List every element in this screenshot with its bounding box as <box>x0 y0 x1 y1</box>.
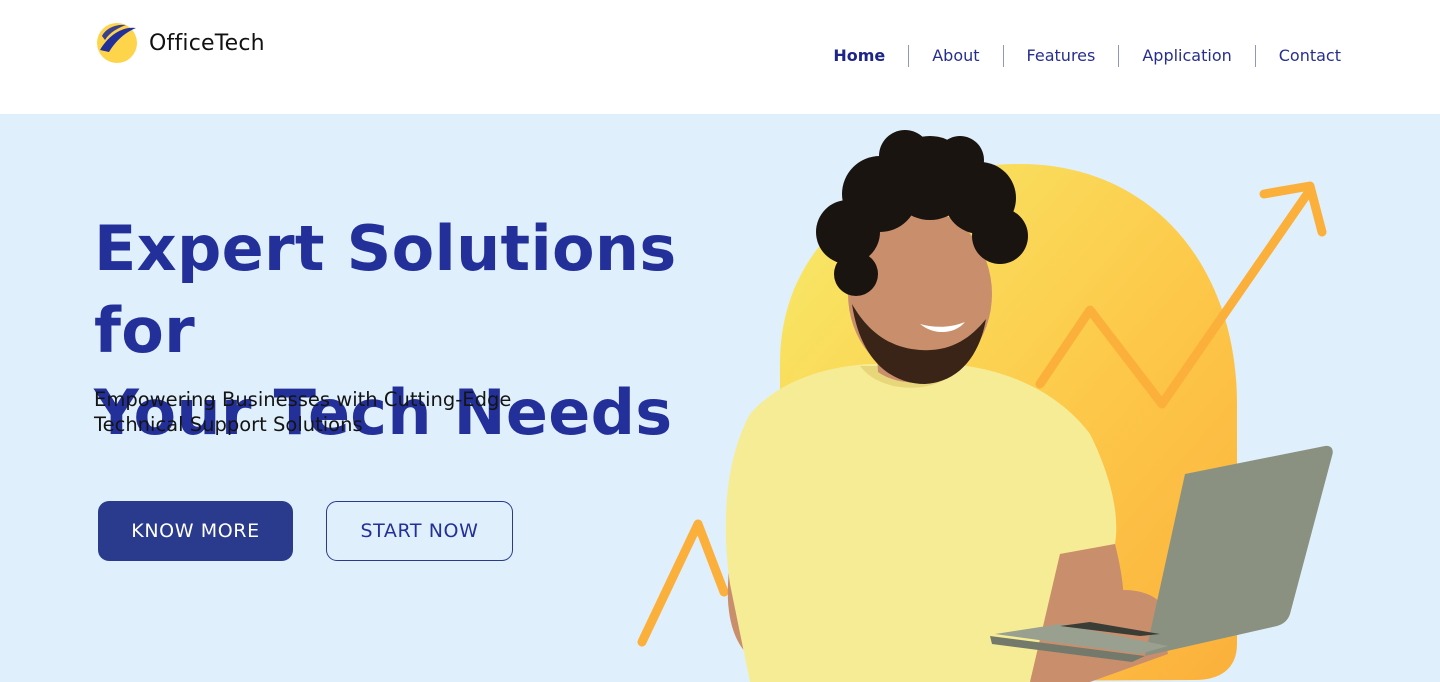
hero-illustration <box>637 130 1333 682</box>
nav-item-home[interactable]: Home <box>810 44 908 68</box>
hero-subheading-line1: Empowering Businesses with Cutting-Edge <box>94 388 512 411</box>
swoosh-circle-icon <box>97 23 137 63</box>
main-nav: Home About Features Application Contact <box>810 44 1364 68</box>
brand-name: OfficeTech <box>149 30 265 56</box>
nav-item-contact[interactable]: Contact <box>1256 44 1364 68</box>
know-more-button[interactable]: KNOW MORE <box>98 501 293 561</box>
hero-headline-line1: Expert Solutions for <box>94 212 677 367</box>
start-now-button[interactable]: START NOW <box>326 501 513 561</box>
brand-logo[interactable]: OfficeTech <box>96 22 265 64</box>
nav-item-application[interactable]: Application <box>1119 44 1254 68</box>
nav-item-features[interactable]: Features <box>1004 44 1119 68</box>
hand-shape <box>1052 586 1128 622</box>
hero-section: Expert Solutions for Your Tech Needs Emp… <box>0 114 1440 682</box>
nav-item-about[interactable]: About <box>909 44 1002 68</box>
hero-subheading-line2: Technical Support Solutions <box>94 413 363 436</box>
site-header: OfficeTech Home About Features Applicati… <box>0 0 1440 114</box>
hero-subheading: Empowering Businesses with Cutting-Edge … <box>94 387 554 437</box>
